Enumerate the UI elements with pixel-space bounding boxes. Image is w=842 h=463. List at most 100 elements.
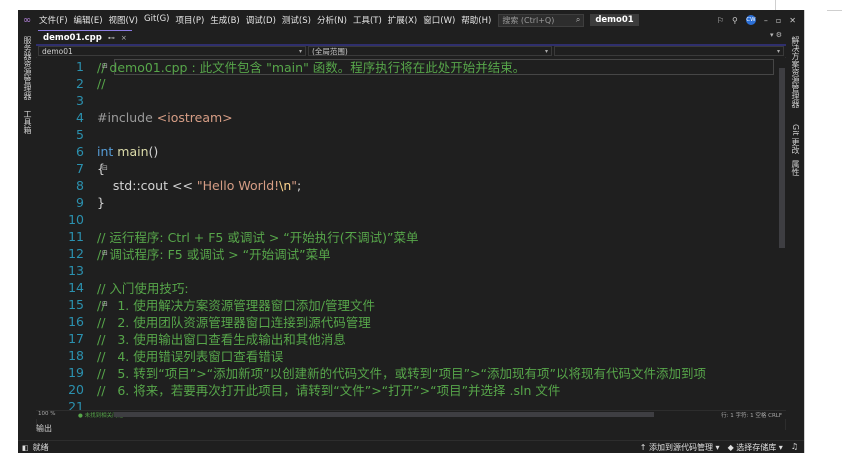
horizontal-scrollbar-thumb[interactable] <box>114 412 654 417</box>
code-line[interactable]: 12 // 调试程序: F5 或调试 > “开始调试”菜单 <box>36 245 778 262</box>
menu-item[interactable]: 视图(V) <box>106 14 141 26</box>
code-line[interactable]: 6 int main() <box>36 143 778 160</box>
code-text: // <box>97 76 105 91</box>
server-explorer-tab[interactable]: 服务器资源管理器 <box>22 36 33 100</box>
code-line[interactable]: 13 <box>36 262 778 279</box>
collapse-icon[interactable]: ⊟ <box>102 300 108 308</box>
code-line[interactable]: 1 // demo01.cpp : 此文件包含 "main" 函数。程序执行将在此… <box>36 58 778 75</box>
code-line[interactable]: 7{ <box>36 160 778 177</box>
maximize-icon[interactable]: ▫ <box>776 16 781 25</box>
right-tool-strip: 解决方案资源管理器 Git 更改 属性 <box>785 30 804 430</box>
menu-item[interactable]: 测试(S) <box>279 14 314 26</box>
properties-tab[interactable]: 属性 <box>790 160 801 176</box>
code-line[interactable]: 19 // 5. 转到“项目”>“添加新项”以创建新的代码文件，或转到“项目”>“… <box>36 364 778 381</box>
vertical-scrollbar[interactable] <box>778 58 786 410</box>
chevron-down-icon: ▾ <box>298 47 302 55</box>
close-icon[interactable]: ✕ <box>789 16 796 25</box>
code-text: int main() <box>97 144 158 159</box>
menu-item[interactable]: 窗口(W) <box>420 14 458 26</box>
code-text: } <box>97 195 105 210</box>
search-placeholder: 搜索 (Ctrl+Q) <box>502 15 555 25</box>
scope-dropdown[interactable]: (全局范围) ▾ <box>308 46 552 56</box>
search-input[interactable]: 搜索 (Ctrl+Q) ⌕ <box>498 13 585 27</box>
navigation-bar: demo01 ▾ (全局范围) ▾ ▾ <box>36 46 786 57</box>
project-dropdown[interactable]: demo01 ▾ <box>38 46 306 56</box>
code-token: // demo01.cpp : 此文件包含 "main" 函数。程序执行将在此处… <box>97 60 526 75</box>
status-right: ↑ 添加到源代码管理 ▾ ◆ 选择存储库 ▾ ♫ <box>640 442 798 453</box>
menu-item[interactable]: Git(G) <box>141 14 173 26</box>
code-token: // 3. 使用输出窗口查看生成输出和其他消息 <box>97 332 346 347</box>
code-editor[interactable]: 1 // demo01.cpp : 此文件包含 "main" 函数。程序执行将在此… <box>36 58 778 410</box>
output-tab[interactable]: 输出 <box>36 423 52 434</box>
line-number: 11 <box>68 229 84 244</box>
collapse-icon[interactable]: ⊟ <box>102 164 108 172</box>
toolbox-tab[interactable]: 工具箱 <box>22 110 33 134</box>
code-line[interactable]: 18 // 4. 使用错误列表窗口查看错误 <box>36 347 778 364</box>
menu-item[interactable]: 文件(F) <box>36 14 71 26</box>
scope-dropdown-value: (全局范围) <box>312 46 348 56</box>
code-text: // 6. 将来，若要再次打开此项目，请转到“文件”>“打开”>“项目”并选择 … <box>97 380 560 399</box>
collapse-icon[interactable]: ⊟ <box>102 62 108 70</box>
code-line[interactable]: 2 // <box>36 75 778 92</box>
search-icon: ⌕ <box>575 14 581 24</box>
code-line[interactable]: 14 // 入门使用技巧: <box>36 279 778 296</box>
code-line[interactable]: 4 #include <iostream> <box>36 109 778 126</box>
status-ready: 就绪 <box>32 443 49 452</box>
menu-item[interactable]: 调试(D) <box>243 14 279 26</box>
menu-item[interactable]: 帮助(H) <box>458 14 494 26</box>
code-line[interactable]: 5 <box>36 126 778 143</box>
pin-icon[interactable]: ⊷ <box>108 34 115 42</box>
code-token: int <box>97 144 118 159</box>
title-bar-controls: ⚐ ⚲ CW – ▫ ✕ <box>717 10 804 30</box>
solution-explorer-tab[interactable]: 解决方案资源管理器 <box>790 36 801 108</box>
line-number: 10 <box>68 212 84 227</box>
visual-studio-logo-icon[interactable]: ∞ <box>18 15 36 26</box>
vertical-scrollbar-thumb[interactable] <box>779 68 785 248</box>
line-number: 8 <box>76 178 84 193</box>
code-token: // 2. 使用团队资源管理器窗口连接到源代码管理 <box>97 315 371 330</box>
select-repository-button[interactable]: ◆ 选择存储库 ▾ <box>728 442 783 453</box>
code-line[interactable]: 16 // 2. 使用团队资源管理器窗口连接到源代码管理 <box>36 313 778 330</box>
line-number: 17 <box>68 331 84 346</box>
menu-item[interactable]: 工具(T) <box>350 14 385 26</box>
code-line[interactable]: 21 <box>36 398 778 410</box>
code-line[interactable]: 10 <box>36 211 778 228</box>
notification-bell-icon[interactable]: ♫ <box>791 442 798 453</box>
visual-studio-window: ∞ 文件(F) 编辑(E) 视图(V) Git(G) 项目(P) 生成(B) 调试(D) 测试… <box>18 10 804 453</box>
menu-item[interactable]: 项目(P) <box>173 14 208 26</box>
line-number: 7 <box>76 161 84 176</box>
line-number: 12 <box>68 246 84 261</box>
line-number: 1 <box>76 59 84 74</box>
tab-overflow-icon[interactable]: ▾ ⚙ <box>770 31 782 39</box>
member-dropdown[interactable]: ▾ <box>554 46 784 56</box>
line-number: 9 <box>76 195 84 210</box>
line-number: 19 <box>68 365 84 380</box>
menu-item[interactable]: 编辑(E) <box>71 14 106 26</box>
menu-item[interactable]: 分析(N) <box>314 14 350 26</box>
line-number: 20 <box>68 382 84 397</box>
add-to-source-control-button[interactable]: ↑ 添加到源代码管理 ▾ <box>640 442 720 453</box>
git-changes-tab[interactable]: Git 更改 <box>790 124 801 154</box>
line-number: 14 <box>68 280 84 295</box>
feedback-icon[interactable]: ⚐ <box>717 16 724 25</box>
avatar[interactable]: CW <box>745 15 756 25</box>
collapse-icon[interactable]: ⊟ <box>102 249 108 257</box>
line-number: 3 <box>76 93 84 108</box>
code-line[interactable]: 3 <box>36 92 778 109</box>
minimize-icon[interactable]: – <box>764 16 768 25</box>
menu-item[interactable]: 生成(B) <box>207 14 242 26</box>
code-line[interactable]: 17 // 3. 使用输出窗口查看生成输出和其他消息 <box>36 330 778 347</box>
tab-close-icon[interactable]: × <box>121 34 127 42</box>
code-text: std::cout << "Hello World!\n"; <box>97 178 301 193</box>
code-line[interactable]: 11 // 运行程序: Ctrl + F5 或调试 > “开始执行(不调试)”菜单 <box>36 228 778 245</box>
code-line[interactable]: 9} <box>36 194 778 211</box>
chevron-down-icon: ▾ <box>776 47 780 55</box>
zoom-level[interactable]: 100 % <box>38 411 55 417</box>
line-number: 18 <box>68 348 84 363</box>
code-line[interactable]: 8 std::cout << "Hello World!\n"; <box>36 177 778 194</box>
code-line[interactable]: 15 // 1. 使用解决方案资源管理器窗口添加/管理文件 <box>36 296 778 313</box>
menu-item[interactable]: 扩展(X) <box>385 14 420 26</box>
live-share-icon[interactable]: ⚲ <box>732 16 738 25</box>
tab-demo01-cpp[interactable]: demo01.cpp ⊷ × <box>38 30 132 44</box>
code-line[interactable]: 20 // 6. 将来，若要再次打开此项目，请转到“文件”>“打开”>“项目”并选… <box>36 381 778 398</box>
